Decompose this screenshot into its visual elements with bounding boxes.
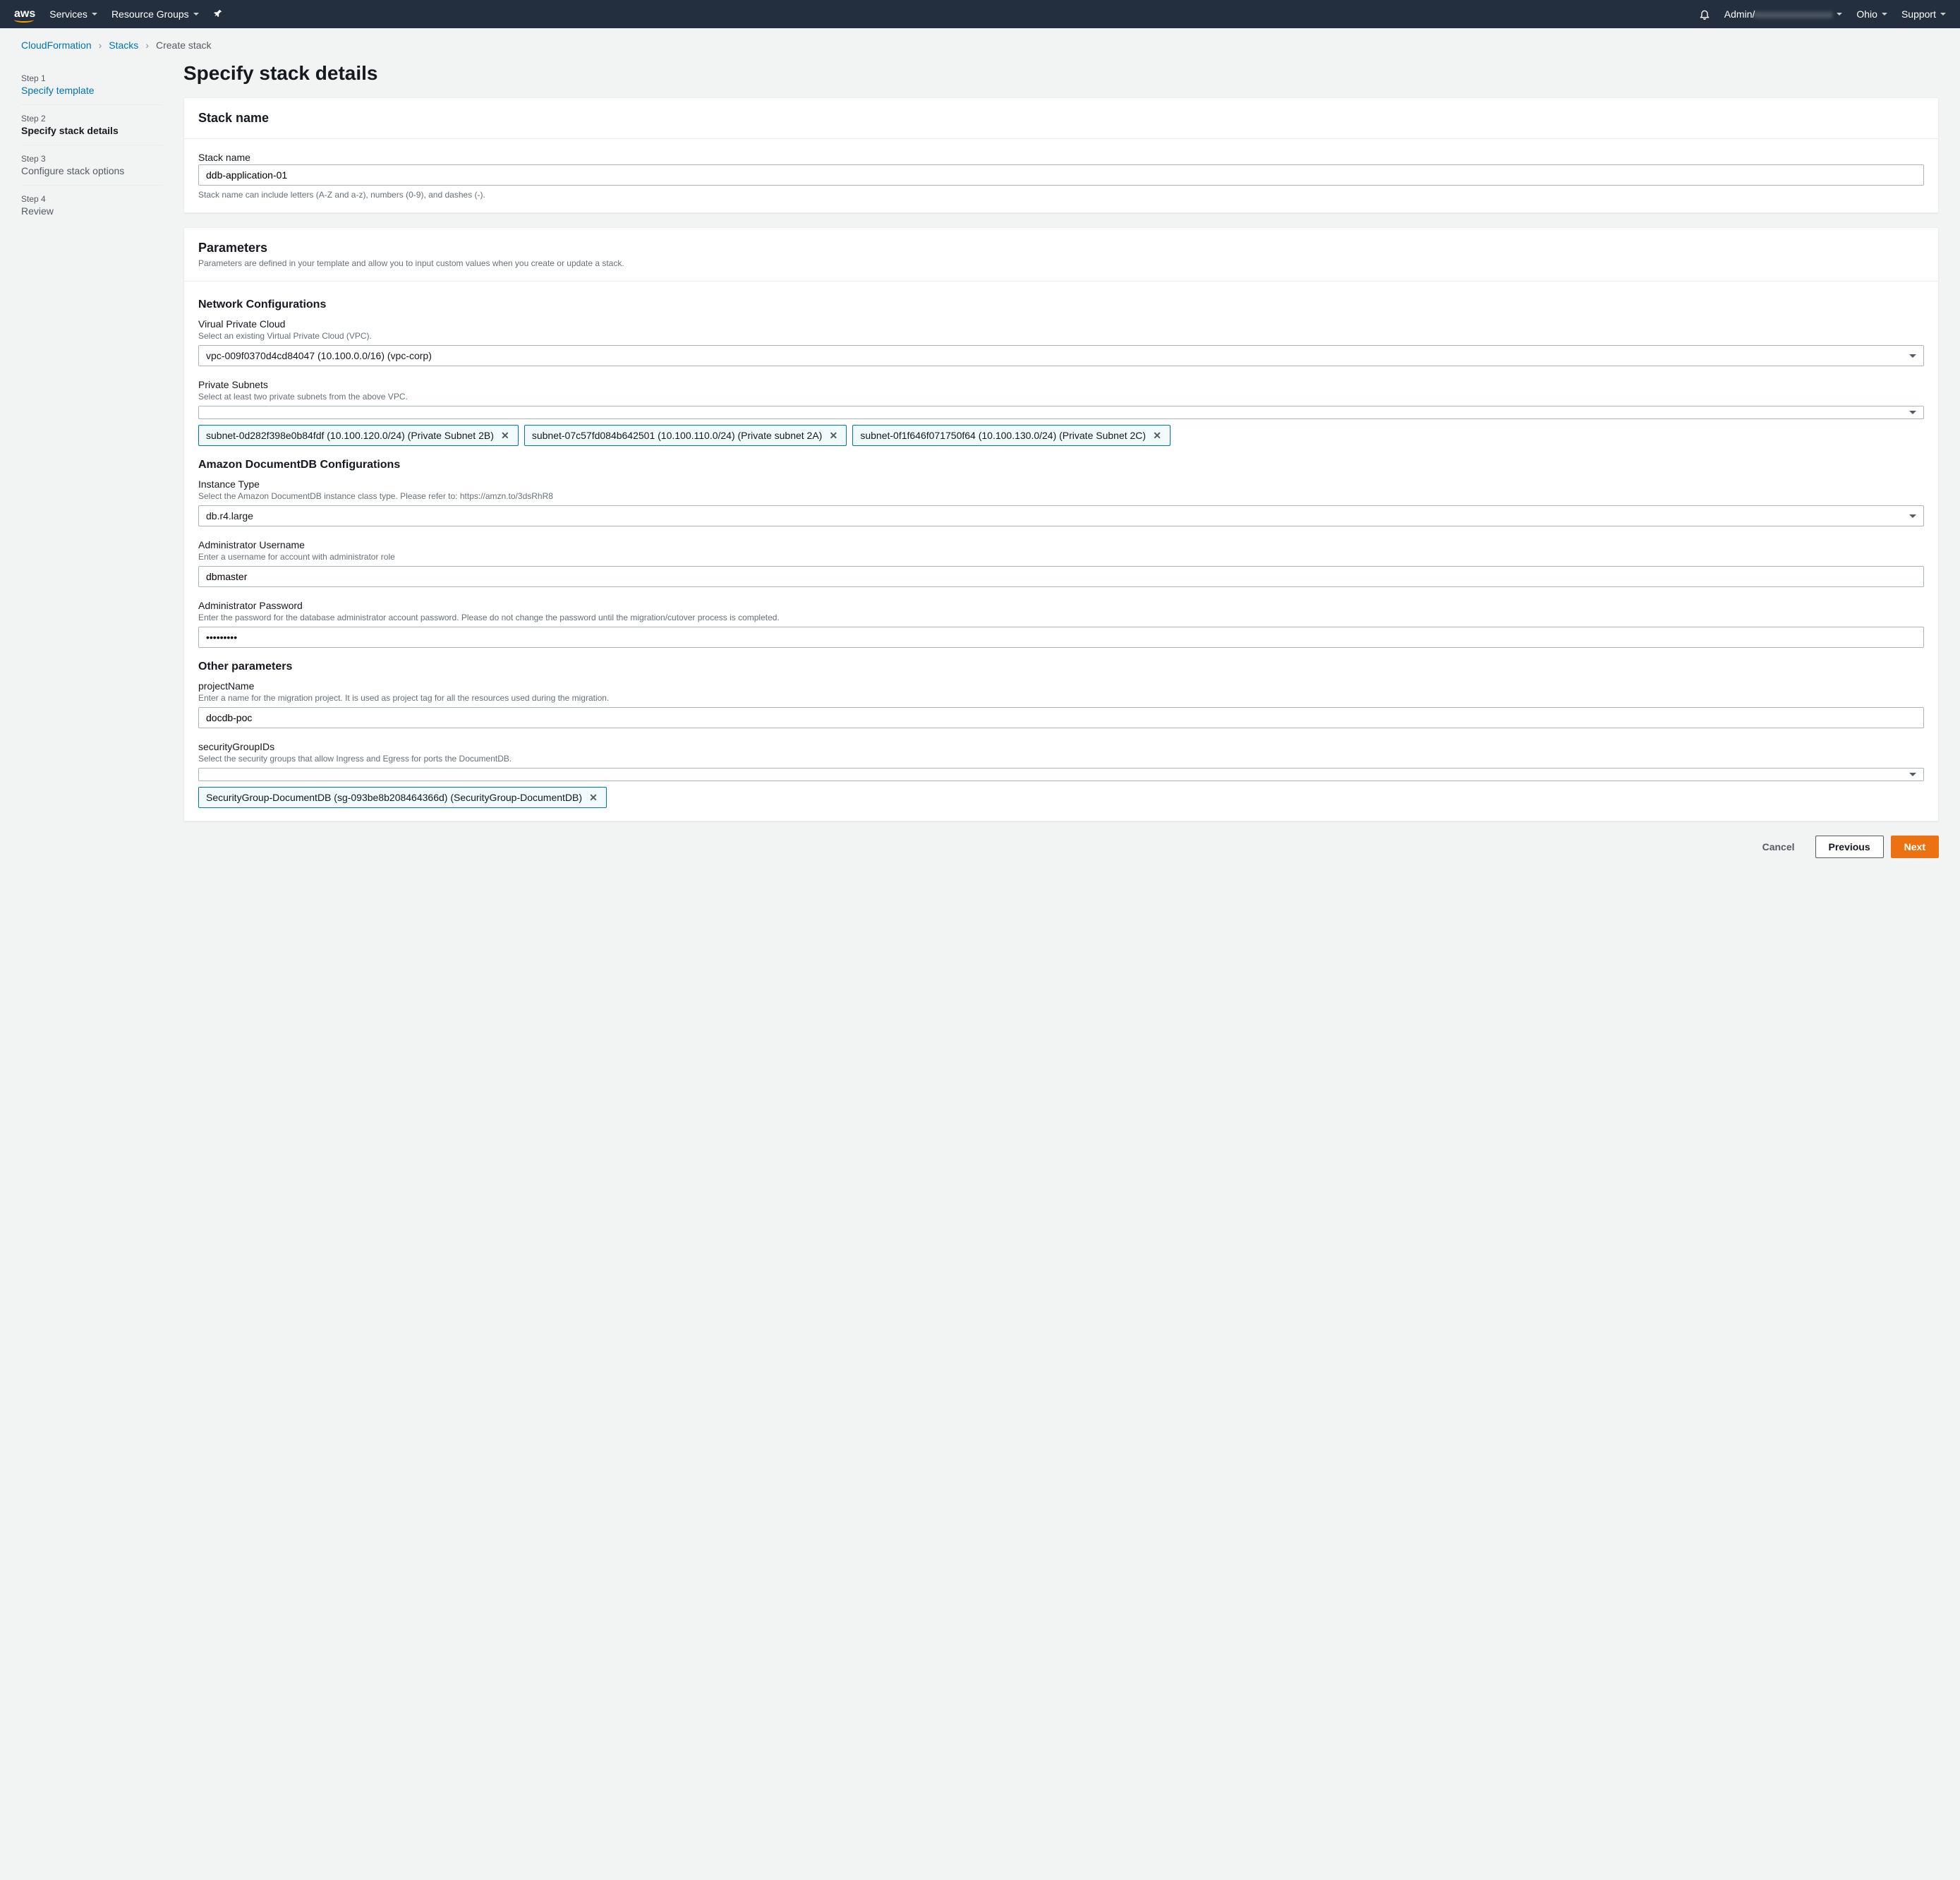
subnets-select[interactable] [198,406,1924,419]
subnet-chip-label: subnet-0d282f398e0b84fdf (10.100.120.0/2… [206,430,494,441]
pin-icon[interactable] [213,8,223,20]
remove-chip-icon[interactable]: ✕ [500,430,511,441]
nav-services[interactable]: Services [49,8,97,20]
aws-logo[interactable]: aws [14,8,35,20]
footer-actions: Cancel Previous Next [183,836,1939,858]
instance-type-value: db.r4.large [206,510,253,522]
instance-type-select[interactable]: db.r4.large [198,505,1924,526]
step-specify-template[interactable]: Step 1 Specify template [21,65,162,105]
subnet-chip-label: subnet-07c57fd084b642501 (10.100.110.0/2… [532,430,822,441]
step-specify-stack-details: Step 2 Specify stack details [21,105,162,145]
page-title: Specify stack details [183,62,1939,85]
stack-name-input[interactable] [198,164,1924,186]
breadcrumb-cloudformation[interactable]: CloudFormation [21,40,92,51]
breadcrumb-current: Create stack [156,40,212,51]
project-name-input[interactable] [198,707,1924,728]
vpc-hint: Select an existing Virtual Private Cloud… [198,331,1924,341]
step-number: Step 1 [21,73,162,83]
docdb-heading: Amazon DocumentDB Configurations [198,459,1924,471]
nav-resource-groups[interactable]: Resource Groups [111,8,199,20]
security-group-chip: SecurityGroup-DocumentDB (sg-093be8b2084… [198,787,607,808]
remove-chip-icon[interactable]: ✕ [1151,430,1163,441]
remove-chip-icon[interactable]: ✕ [828,430,839,441]
topbar: aws Services Resource Groups Admin/xxxxx… [0,0,1960,28]
admin-password-input[interactable] [198,627,1924,648]
vpc-value: vpc-009f0370d4cd84047 (10.100.0.0/16) (v… [206,350,432,361]
caret-down-icon [1940,13,1946,16]
instance-type-hint: Select the Amazon DocumentDB instance cl… [198,491,1924,501]
wizard-sidebar: Step 1 Specify template Step 2 Specify s… [21,62,162,225]
caret-down-icon [1837,13,1842,16]
caret-down-icon [193,13,199,16]
chevron-right-icon: › [145,40,149,51]
parameters-panel: Parameters Parameters are defined in you… [183,227,1939,821]
chevron-right-icon: › [99,40,102,51]
breadcrumb-stacks[interactable]: Stacks [109,40,138,51]
vpc-label: Virual Private Cloud [198,318,1924,330]
subnet-chip-label: subnet-0f1f646f071750f64 (10.100.130.0/2… [860,430,1146,441]
admin-username-hint: Enter a username for account with admini… [198,552,1924,562]
previous-button[interactable]: Previous [1815,836,1884,858]
project-name-hint: Enter a name for the migration project. … [198,693,1924,703]
stack-name-header: Stack name [198,111,1924,126]
security-group-chip-label: SecurityGroup-DocumentDB (sg-093be8b2084… [206,792,582,803]
dropdown-icon [1909,773,1916,776]
stack-name-panel: Stack name Stack name Stack name can inc… [183,97,1939,213]
nav-resource-groups-label: Resource Groups [111,8,189,20]
admin-username-label: Administrator Username [198,539,1924,550]
step-title: Specify stack details [21,125,162,136]
vpc-select[interactable]: vpc-009f0370d4cd84047 (10.100.0.0/16) (v… [198,345,1924,366]
dropdown-icon [1909,354,1916,358]
subnets-label: Private Subnets [198,379,1924,390]
step-title: Configure stack options [21,165,162,176]
step-number: Step 4 [21,194,162,204]
remove-chip-icon[interactable]: ✕ [588,792,599,803]
stack-name-hint: Stack name can include letters (A-Z and … [198,190,1924,200]
nav-region-label: Ohio [1856,8,1877,20]
step-configure-stack-options: Step 3 Configure stack options [21,145,162,186]
nav-support[interactable]: Support [1901,8,1946,20]
next-button[interactable]: Next [1891,836,1939,858]
nav-account[interactable]: Admin/xxxxxxxxxxxxxxxx [1724,8,1843,20]
subnet-chip: subnet-07c57fd084b642501 (10.100.110.0/2… [524,425,847,446]
nav-services-label: Services [49,8,87,20]
step-number: Step 2 [21,114,162,123]
caret-down-icon [1882,13,1887,16]
subnet-chip: subnet-0d282f398e0b84fdf (10.100.120.0/2… [198,425,519,446]
step-title: Specify template [21,85,162,96]
admin-password-label: Administrator Password [198,600,1924,611]
stack-name-label: Stack name [198,152,1924,163]
security-group-label: securityGroupIDs [198,741,1924,752]
admin-password-hint: Enter the password for the database admi… [198,613,1924,622]
security-group-hint: Select the security groups that allow In… [198,754,1924,764]
breadcrumb: CloudFormation › Stacks › Create stack [0,28,1960,62]
subnets-hint: Select at least two private subnets from… [198,392,1924,402]
project-name-label: projectName [198,680,1924,692]
nav-region[interactable]: Ohio [1856,8,1887,20]
cancel-button[interactable]: Cancel [1749,836,1808,858]
subnet-chip: subnet-0f1f646f071750f64 (10.100.130.0/2… [852,425,1170,446]
instance-type-label: Instance Type [198,478,1924,490]
step-title: Review [21,205,162,217]
parameters-header: Parameters [198,241,1924,255]
caret-down-icon [92,13,97,16]
step-review: Step 4 Review [21,186,162,225]
other-heading: Other parameters [198,661,1924,673]
dropdown-icon [1909,514,1916,518]
nav-support-label: Support [1901,8,1936,20]
parameters-desc: Parameters are defined in your template … [198,258,1924,268]
admin-username-input[interactable] [198,566,1924,587]
dropdown-icon [1909,411,1916,414]
nav-account-label: Admin/xxxxxxxxxxxxxxxx [1724,8,1833,20]
security-group-select[interactable] [198,768,1924,781]
step-number: Step 3 [21,154,162,164]
network-heading: Network Configurations [198,299,1924,311]
notifications-icon[interactable] [1699,8,1710,20]
